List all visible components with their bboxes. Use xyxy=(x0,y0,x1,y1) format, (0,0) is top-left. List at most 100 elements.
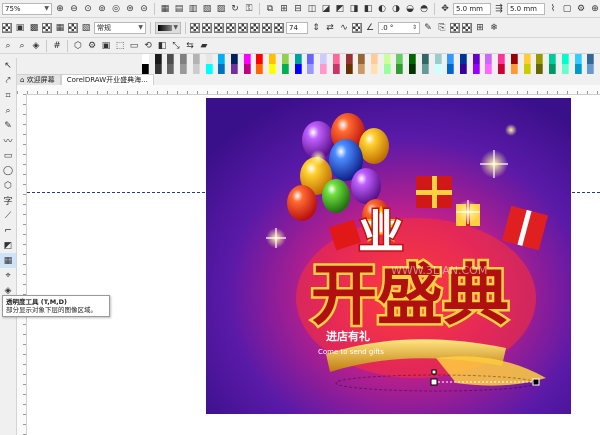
palette-swatch[interactable] xyxy=(383,64,391,74)
bitmap-pattern-transparency-icon[interactable]: ▦ xyxy=(54,22,66,34)
text-tool-icon[interactable]: 字 xyxy=(0,193,16,208)
boundary-icon[interactable]: ◓ xyxy=(418,3,430,15)
ungroup-icon[interactable]: ⊟ xyxy=(292,3,304,15)
linear-transparency-icon[interactable] xyxy=(190,22,200,33)
palette-swatch[interactable] xyxy=(472,64,480,74)
nudge-distance-field[interactable]: 5.0 mm xyxy=(453,2,491,15)
zoom-all-icon[interactable]: ⊚ xyxy=(96,3,108,15)
uniform-transparency-icon[interactable]: ▣ xyxy=(14,22,26,34)
options-icon[interactable]: ⚙ xyxy=(575,3,587,15)
ellipse-tool-icon[interactable]: ◯ xyxy=(0,163,16,178)
palette-swatch[interactable] xyxy=(358,64,366,74)
mirror-transparency-icon[interactable] xyxy=(250,22,260,33)
polygon-tool-icon[interactable]: ⬡ xyxy=(0,178,16,193)
flip-transparency-icon[interactable] xyxy=(238,22,248,33)
transparency-midpoint-handle[interactable] xyxy=(431,369,437,375)
transparency-start-handle[interactable] xyxy=(430,378,438,386)
palette-swatch[interactable] xyxy=(536,54,544,64)
palette-swatch[interactable] xyxy=(421,54,429,64)
align-center-icon[interactable]: ▥ xyxy=(187,3,199,15)
snap-grid-icon[interactable]: # xyxy=(51,40,63,52)
copy-transparency-icon[interactable]: ⎘ xyxy=(436,22,448,34)
palette-swatch[interactable] xyxy=(320,64,328,74)
apply-all-icon[interactable]: ⊞ xyxy=(474,22,486,34)
gear-icon[interactable]: ⚙ xyxy=(86,40,98,52)
palette-swatch[interactable] xyxy=(561,54,569,64)
palette-swatch[interactable] xyxy=(320,54,328,64)
zoom-tool-icon[interactable]: ⌕ xyxy=(0,103,16,118)
convert-curve-icon[interactable]: ⌇ xyxy=(547,3,559,15)
intersect-icon[interactable]: ◧ xyxy=(362,3,374,15)
freehand-tool-icon[interactable]: ✎ xyxy=(0,118,16,133)
fill-bucket-icon[interactable]: ◈ xyxy=(30,40,42,52)
zoom-in-icon[interactable]: ⊕ xyxy=(54,3,66,15)
palette-swatch[interactable] xyxy=(281,54,289,64)
palette-swatch[interactable] xyxy=(294,54,302,64)
stepper-icon[interactable]: ⇕ xyxy=(310,22,322,34)
palette-swatch[interactable] xyxy=(510,64,518,74)
palette-swatch[interactable] xyxy=(243,64,251,74)
palette-swatch[interactable] xyxy=(370,64,378,74)
add-icon[interactable]: ⊕ xyxy=(589,3,600,15)
palette-swatch[interactable] xyxy=(396,64,404,74)
vertical-ruler[interactable] xyxy=(17,94,27,435)
repeat-transparency-icon[interactable] xyxy=(262,22,272,33)
palette-swatch[interactable] xyxy=(231,64,239,74)
object-icon[interactable]: ▭ xyxy=(128,40,140,52)
palette-swatch[interactable] xyxy=(421,64,429,74)
accelerate-icon[interactable]: ⇄ xyxy=(324,22,336,34)
tab-welcome[interactable]: ⌂ 欢迎屏幕 xyxy=(14,74,61,85)
front-minus-back-icon[interactable]: ◑ xyxy=(390,3,402,15)
palette-swatch[interactable] xyxy=(231,54,239,64)
palette-swatch[interactable] xyxy=(574,54,582,64)
rectangular-transparency-icon[interactable] xyxy=(226,22,236,33)
marquee-icon[interactable]: ⬚ xyxy=(114,40,126,52)
align-right-icon[interactable]: ▧ xyxy=(201,3,213,15)
smooth-icon[interactable]: ∿ xyxy=(338,22,350,34)
conical-transparency-icon[interactable] xyxy=(214,22,224,33)
zoom-out-icon[interactable]: ⊖ xyxy=(68,3,80,15)
scale-icon[interactable]: ⤡ xyxy=(170,40,182,52)
palette-swatch[interactable] xyxy=(218,64,226,74)
flip-icon[interactable]: ⇆ xyxy=(184,40,196,52)
palette-swatch[interactable] xyxy=(498,64,506,74)
palette-swatch[interactable] xyxy=(536,64,544,74)
combine-icon[interactable]: ◫ xyxy=(306,3,318,15)
palette-swatch[interactable] xyxy=(345,54,353,64)
outline-icon[interactable]: ▢ xyxy=(561,3,573,15)
polygon-icon[interactable]: ⬡ xyxy=(72,40,84,52)
palette-swatch[interactable] xyxy=(370,54,378,64)
freeze-icon[interactable]: ❄ xyxy=(488,22,500,34)
eyedropper-tool-icon[interactable]: ⌖ xyxy=(0,268,16,283)
palette-swatch[interactable] xyxy=(459,54,467,64)
palette-swatch[interactable] xyxy=(561,64,569,74)
palette-swatch[interactable] xyxy=(459,64,467,74)
parallel-dimension-icon[interactable]: ⟋ xyxy=(0,208,16,223)
palette-swatch[interactable] xyxy=(307,64,315,74)
palette-swatch[interactable] xyxy=(332,64,340,74)
palette-swatch[interactable] xyxy=(192,64,200,74)
zoom-width-icon[interactable]: ⊜ xyxy=(124,3,136,15)
edit-transparency-icon[interactable]: ✎ xyxy=(422,22,434,34)
palette-swatch[interactable] xyxy=(396,54,404,64)
adjust-icon[interactable]: ◧ xyxy=(156,40,168,52)
transparency-tool-icon[interactable]: ▦ xyxy=(0,253,16,268)
palette-swatch[interactable] xyxy=(549,64,557,74)
palette-swatch[interactable] xyxy=(167,64,175,74)
palette-swatch[interactable] xyxy=(205,54,213,64)
arrange-icon[interactable]: ⧉ xyxy=(264,3,276,15)
rotate-icon[interactable]: ⟲ xyxy=(142,40,154,52)
palette-swatch[interactable] xyxy=(587,54,595,64)
apply-to-fill-icon[interactable] xyxy=(450,22,460,33)
palette-swatch[interactable] xyxy=(358,54,366,64)
palette-swatch[interactable] xyxy=(409,54,417,64)
palette-swatch[interactable] xyxy=(281,64,289,74)
palette-swatch[interactable] xyxy=(434,64,442,74)
palette-swatch[interactable] xyxy=(510,54,518,64)
texture-transparency-icon[interactable]: ▧ xyxy=(80,22,92,34)
merge-mode-select[interactable]: 常规 ▼ xyxy=(94,21,146,34)
crop-tool-icon[interactable]: ⌗ xyxy=(0,88,16,103)
palette-swatch[interactable] xyxy=(587,64,595,74)
break-apart-icon[interactable]: ◪ xyxy=(320,3,332,15)
palette-swatch[interactable] xyxy=(307,54,315,64)
